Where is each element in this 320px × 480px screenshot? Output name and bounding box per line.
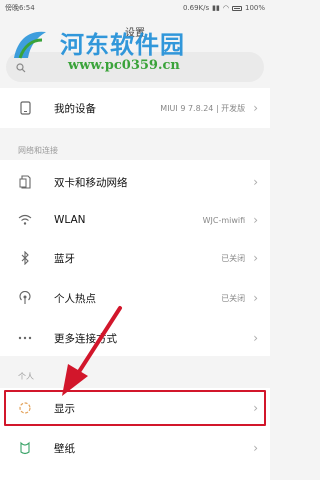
wlan-label: WLAN [54,214,86,226]
hotspot-row[interactable]: 个人热点 已关闭 › [0,282,270,314]
section-personal-label: 个人 [18,372,34,381]
chevron-right-icon: › [253,291,258,305]
chevron-right-icon: › [253,175,258,189]
wallpaper-icon [18,441,32,455]
chevron-right-icon: › [253,251,258,265]
chevron-right-icon: › [253,441,258,455]
my-device-row[interactable]: 我的设备 MIUI 9 7.8.24 | 开发版 › [0,92,270,124]
chevron-right-icon: › [253,101,258,115]
status-time: 傍晚6:54 [5,4,35,12]
hotspot-value: 已关闭 [221,293,246,303]
bluetooth-value: 已关闭 [221,253,246,263]
more-icon [18,331,32,345]
bluetooth-row[interactable]: 蓝牙 已关闭 › [0,242,270,274]
my-device-label: 我的设备 [54,102,96,115]
more-connections-label: 更多连接方式 [54,332,117,345]
search-icon [16,58,26,77]
bluetooth-icon [18,251,32,265]
wlan-row[interactable]: WLAN WJC-miwifi › [0,204,270,236]
battery-level: 100% [244,4,265,12]
bluetooth-label: 蓝牙 [54,252,75,265]
wlan-value: WJC-miwifi [202,215,246,225]
hotspot-icon [18,291,32,305]
wifi-icon: ◠ [222,4,229,12]
search-box[interactable] [6,52,264,82]
chevron-right-icon: › [253,213,258,227]
chevron-right-icon: › [253,331,258,345]
highlight-box [4,390,266,426]
sim-icon [18,175,32,189]
status-bar: 傍晚6:54 0.69K/s ▮▮ ◠ 100% [0,0,270,16]
device-version: MIUI 9 7.8.24 | 开发版 [160,103,246,113]
signal-icon: ▮▮ [212,4,220,12]
dual-sim-label: 双卡和移动网络 [54,176,128,189]
more-connections-row[interactable]: 更多连接方式 › [0,322,270,354]
wifi-icon [18,213,32,227]
wallpaper-label: 壁纸 [54,442,75,455]
network-speed: 0.69K/s [182,4,210,12]
section-network-label: 网络和连接 [18,146,58,155]
hotspot-label: 个人热点 [54,292,96,305]
wallpaper-row[interactable]: 壁纸 › [0,432,270,464]
dual-sim-row[interactable]: 双卡和移动网络 › [0,166,270,198]
page-title: 设置 [125,28,145,39]
search-input[interactable] [32,61,232,73]
device-icon [18,101,32,115]
battery-icon [231,5,242,11]
